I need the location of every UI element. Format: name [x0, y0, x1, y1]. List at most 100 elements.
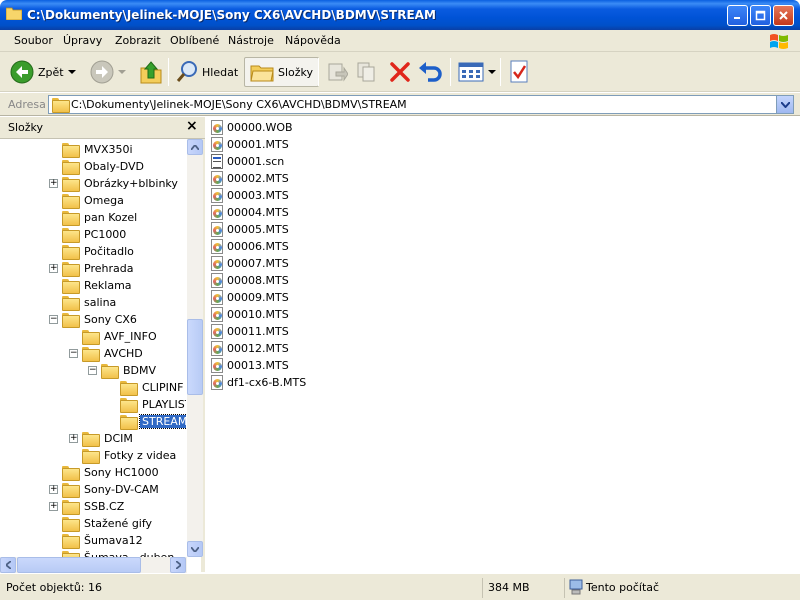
undo-button[interactable] — [418, 57, 444, 87]
file-item[interactable]: 00000.WOB — [211, 119, 293, 136]
collapse-minus-icon[interactable]: − — [49, 315, 58, 324]
scroll-thumb[interactable] — [17, 557, 141, 573]
views-button[interactable] — [458, 57, 496, 87]
tree-item[interactable]: MVX350i — [62, 141, 135, 158]
tree-item[interactable]: CLIPINF — [120, 379, 186, 396]
scroll-up-button[interactable] — [187, 139, 203, 155]
file-item[interactable]: 00009.MTS — [211, 289, 289, 306]
tree-item[interactable]: Šumava - duben — [62, 549, 176, 557]
tree-item-label: Fotky z videa — [104, 449, 177, 462]
tree-item[interactable]: Reklama — [62, 277, 134, 294]
expand-plus-icon[interactable]: + — [49, 179, 58, 188]
file-name: 00003.MTS — [227, 189, 289, 202]
tree-item[interactable]: Omega — [62, 192, 126, 209]
file-item[interactable]: 00006.MTS — [211, 238, 289, 255]
chevron-down-icon[interactable] — [67, 69, 76, 75]
tree-item[interactable]: SSB.CZ — [62, 498, 126, 515]
tree-item[interactable]: AVF_INFO — [82, 328, 159, 345]
tree-item[interactable]: salina — [62, 294, 118, 311]
collapse-minus-icon[interactable]: − — [69, 349, 78, 358]
file-list[interactable]: 00000.WOB 00001.MTS 00001.scn 00002.MTS 0000… — [209, 117, 800, 572]
tree-item[interactable]: Šumava12 — [62, 532, 145, 549]
file-item[interactable]: 00002.MTS — [211, 170, 289, 187]
folder-tree-horizontal-scrollbar[interactable] — [0, 557, 187, 573]
menu-help[interactable]: Nápověda — [285, 34, 341, 47]
chevron-down-icon[interactable] — [118, 69, 126, 75]
search-button[interactable]: Hledat — [176, 57, 238, 87]
folder-tree-vertical-scrollbar[interactable] — [187, 139, 203, 557]
folders-pane-title: Složky — [8, 121, 44, 134]
undo-icon — [419, 62, 442, 82]
minimize-button[interactable] — [727, 5, 748, 26]
tree-item[interactable]: Prehrada — [62, 260, 135, 277]
scroll-thumb[interactable] — [187, 319, 203, 395]
expand-plus-icon[interactable]: + — [49, 502, 58, 511]
media-file-icon — [211, 341, 223, 356]
forward-button[interactable] — [90, 57, 126, 87]
file-item[interactable]: 00004.MTS — [211, 204, 289, 221]
file-item[interactable]: 00003.MTS — [211, 187, 289, 204]
tree-item[interactable]: PC1000 — [62, 226, 128, 243]
chevron-down-icon[interactable] — [488, 69, 496, 75]
properties-button[interactable] — [508, 57, 530, 87]
menu-view[interactable]: Zobrazit — [115, 34, 161, 47]
expand-plus-icon[interactable]: + — [49, 485, 58, 494]
window-title: C:\Dokumenty\Jelinek-MOJE\Sony CX6\AVCHD… — [27, 8, 436, 22]
tree-item[interactable]: PLAYLIST — [120, 396, 186, 413]
tree-item[interactable]: DCIM — [82, 430, 135, 447]
delete-button[interactable] — [388, 57, 412, 87]
file-item[interactable]: 00005.MTS — [211, 221, 289, 238]
tree-item-label: Prehrada — [84, 262, 134, 275]
file-name: 00007.MTS — [227, 257, 289, 270]
scroll-down-button[interactable] — [187, 541, 203, 557]
tree-item[interactable]: Stažené gify — [62, 515, 154, 532]
tree-item[interactable]: Sony HC1000 — [62, 464, 161, 481]
tree-item[interactable]: pan Kozel — [62, 209, 139, 226]
chevron-right-icon — [175, 561, 181, 569]
tree-item[interactable]: BDMV — [101, 362, 158, 379]
maximize-button[interactable] — [750, 5, 771, 26]
tree-item[interactable]: Obrázky+blbinky — [62, 175, 180, 192]
close-icon[interactable]: × — [186, 118, 198, 134]
media-file-icon — [211, 307, 223, 322]
menu-file[interactable]: Soubor — [14, 34, 53, 47]
tree-item[interactable]: Sony CX6 — [62, 311, 139, 328]
menu-edit[interactable]: Úpravy — [63, 34, 102, 47]
tree-item[interactable]: Fotky z videa — [82, 447, 178, 464]
file-item[interactable]: 00010.MTS — [211, 306, 289, 323]
folder-icon — [62, 517, 80, 532]
menu-tools[interactable]: Nástroje — [228, 34, 274, 47]
file-item[interactable]: 00008.MTS — [211, 272, 289, 289]
file-item[interactable]: df1-cx6-B.MTS — [211, 374, 306, 391]
tree-item-label: Reklama — [84, 279, 132, 292]
menu-favorites[interactable]: Oblíbené — [170, 34, 219, 47]
back-button[interactable]: Zpět — [10, 57, 76, 87]
file-item[interactable]: 00001.MTS — [211, 136, 289, 153]
tree-item[interactable]: Počitadlo — [62, 243, 136, 260]
close-button[interactable] — [773, 5, 794, 26]
up-folder-button[interactable] — [140, 57, 162, 87]
copy-to-button[interactable] — [356, 57, 378, 87]
tree-item[interactable]: STREAM — [120, 413, 186, 430]
file-item[interactable]: 00013.MTS — [211, 357, 289, 374]
tree-item-label: Šumava12 — [84, 534, 143, 547]
scroll-left-button[interactable] — [0, 557, 16, 573]
file-item[interactable]: 00012.MTS — [211, 340, 289, 357]
folders-toggle-button[interactable]: Složky — [244, 57, 320, 87]
expand-plus-icon[interactable]: + — [49, 264, 58, 273]
tree-item[interactable]: AVCHD — [82, 345, 145, 362]
collapse-minus-icon[interactable]: − — [88, 366, 97, 375]
title-bar[interactable]: C:\Dokumenty\Jelinek-MOJE\Sony CX6\AVCHD… — [0, 0, 800, 30]
tree-item-label: Stažené gify — [84, 517, 153, 530]
file-item[interactable]: 00011.MTS — [211, 323, 289, 340]
folder-tree[interactable]: MVX350i Obaly-DVD Obrázky+blbinky + Omega pan… — [0, 139, 186, 557]
address-input[interactable]: C:\Dokumenty\Jelinek-MOJE\Sony CX6\AVCHD… — [48, 95, 794, 114]
tree-item[interactable]: Sony-DV-CAM — [62, 481, 161, 498]
file-item[interactable]: 00007.MTS — [211, 255, 289, 272]
move-to-button[interactable] — [326, 57, 348, 87]
scroll-right-button[interactable] — [170, 557, 186, 573]
expand-plus-icon[interactable]: + — [69, 434, 78, 443]
address-dropdown-button[interactable] — [776, 96, 793, 113]
tree-item[interactable]: Obaly-DVD — [62, 158, 146, 175]
file-item[interactable]: 00001.scn — [211, 153, 284, 170]
